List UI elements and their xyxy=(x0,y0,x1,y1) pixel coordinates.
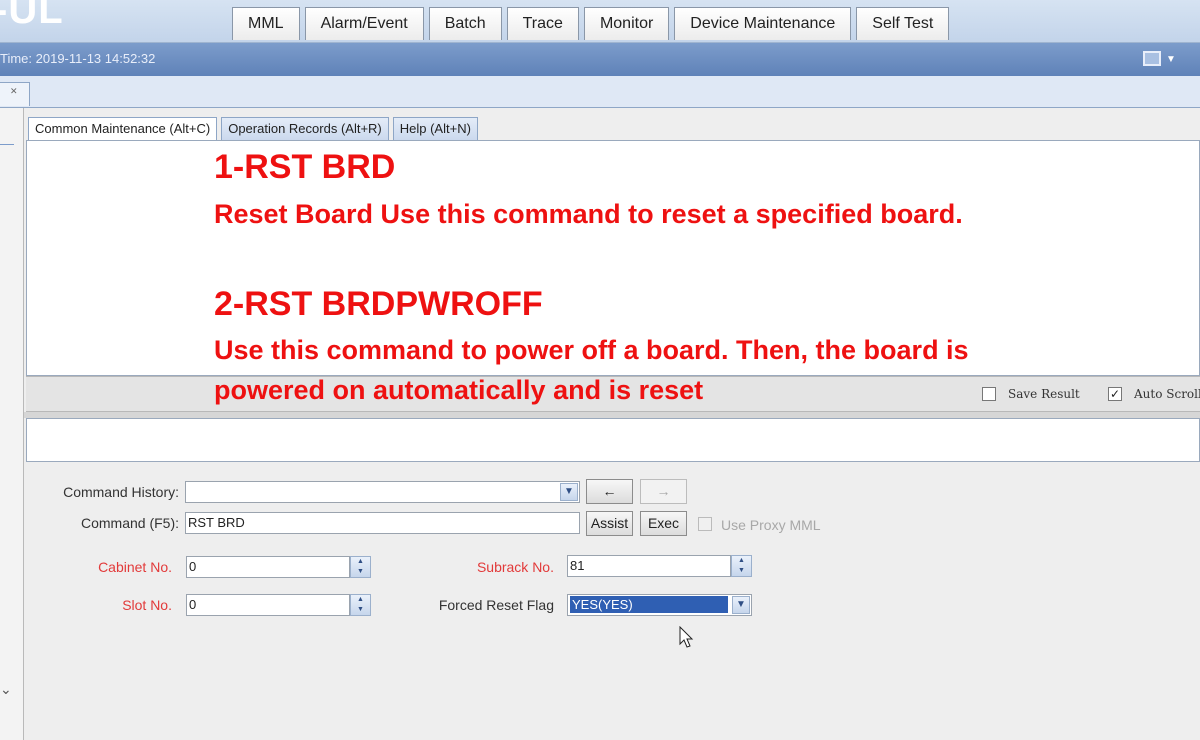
cabinet-no-input[interactable]: 0 xyxy=(186,556,350,578)
forced-reset-flag-label: Forced Reset Flag xyxy=(438,597,554,613)
annotation-text-2-line-1: Use this command to power off a board. T… xyxy=(214,335,969,365)
use-proxy-mml-label: Use Proxy MML xyxy=(721,517,821,533)
top-banner: -UL MML Alarm/Event Batch Trace Monitor … xyxy=(0,0,1200,43)
command-input-area[interactable] xyxy=(26,418,1200,462)
assist-button[interactable]: Assist xyxy=(586,511,633,536)
history-back-button[interactable]: ← xyxy=(586,479,633,504)
top-tab-batch[interactable]: Batch xyxy=(428,7,502,40)
save-result-checkbox[interactable] xyxy=(982,387,996,401)
chevron-down-icon[interactable]: ⌄ xyxy=(0,681,12,698)
use-proxy-mml-checkbox[interactable] xyxy=(698,517,712,531)
top-tab-alarm-event[interactable]: Alarm/Event xyxy=(304,7,424,40)
mouse-pointer-icon xyxy=(679,626,694,648)
command-input[interactable]: RST BRD xyxy=(185,512,580,534)
window-layout-icon[interactable] xyxy=(1143,51,1161,66)
slot-no-label: Slot No. xyxy=(122,597,172,613)
chevron-down-icon[interactable]: ▼ xyxy=(1166,44,1176,76)
subrack-no-input[interactable]: 81 xyxy=(567,555,731,577)
tab-help[interactable]: Help (Alt+N) xyxy=(392,117,478,140)
annotation-heading-2: 2-RST BRDPWROFF xyxy=(214,285,543,323)
sub-tab-bar: Common Maintenance (Alt+C) Operation Rec… xyxy=(28,117,478,141)
slot-no-spinner[interactable]: ▲ ▼ xyxy=(350,594,371,616)
top-tab-bar: MML Alarm/Event Batch Trace Monitor Devi… xyxy=(232,7,950,40)
top-tab-trace[interactable]: Trace xyxy=(506,7,579,40)
annotation-heading-1: 1-RST BRD xyxy=(214,148,396,186)
cabinet-no-spinner[interactable]: ▲ ▼ xyxy=(350,556,371,578)
subrack-no-spinner[interactable]: ▲ ▼ xyxy=(731,555,752,577)
command-history-select[interactable]: ▼ xyxy=(185,481,580,503)
forced-reset-flag-value: YES(YES) xyxy=(570,596,728,613)
status-time: Time: 2019-11-13 14:52:32 xyxy=(0,51,156,66)
exec-button[interactable]: Exec xyxy=(640,511,687,536)
annotation-text-2-line-2: powered on automatically and is reset xyxy=(214,375,704,405)
forced-reset-flag-select[interactable]: YES(YES) ▼ xyxy=(567,594,752,616)
chevron-down-icon[interactable]: ▼ xyxy=(732,596,750,614)
top-tab-self-test[interactable]: Self Test xyxy=(856,7,950,40)
cabinet-no-label: Cabinet No. xyxy=(98,559,172,575)
status-bar: Time: 2019-11-13 14:52:32 ▼ xyxy=(0,43,1200,76)
left-navigation-strip: ⌄ xyxy=(0,108,24,740)
tab-operation-records[interactable]: Operation Records (Alt+R) xyxy=(221,117,389,140)
save-result-label: Save Result xyxy=(1008,387,1080,401)
document-tab-row: ✕ xyxy=(0,76,1200,108)
top-tab-mml[interactable]: MML xyxy=(232,7,300,40)
chevron-down-icon[interactable]: ▼ xyxy=(560,483,578,501)
tab-common-maintenance[interactable]: Common Maintenance (Alt+C) xyxy=(28,117,218,141)
tree-selection-line xyxy=(0,144,14,145)
auto-scroll-label: Auto Scroll xyxy=(1134,387,1200,401)
auto-scroll-checkbox[interactable]: ✓ xyxy=(1108,387,1122,401)
slot-no-input[interactable]: 0 xyxy=(186,594,350,616)
command-label: Command (F5): xyxy=(80,515,179,531)
app-logo: -UL xyxy=(0,0,64,32)
document-tab[interactable]: ✕ xyxy=(0,82,30,106)
annotation-text-1: Reset Board Use this command to reset a … xyxy=(214,199,963,229)
command-history-label: Command History: xyxy=(63,484,179,500)
close-icon[interactable]: ✕ xyxy=(10,86,18,97)
history-forward-button[interactable]: → xyxy=(640,479,687,504)
top-tab-device-maintenance[interactable]: Device Maintenance xyxy=(674,7,852,40)
top-tab-monitor[interactable]: Monitor xyxy=(583,7,670,40)
subrack-no-label: Subrack No. xyxy=(476,559,554,575)
